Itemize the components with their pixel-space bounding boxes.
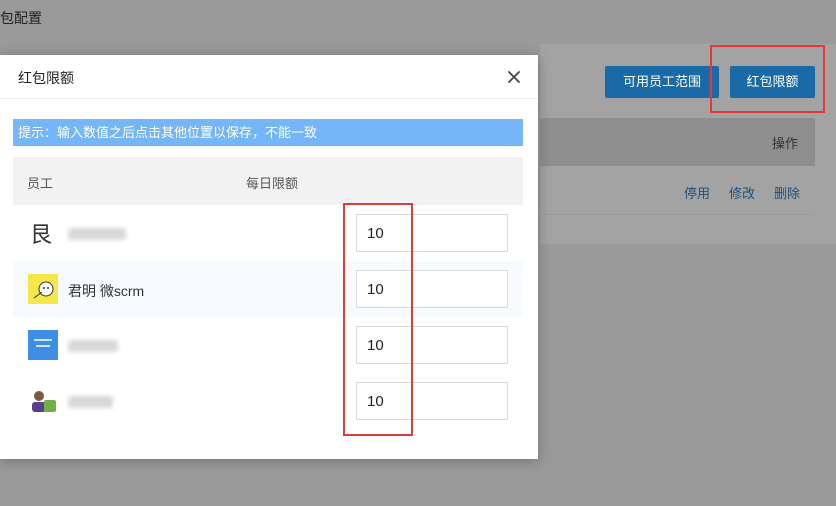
employee-column-header: 员工 [27,176,54,191]
table-row [13,317,523,373]
background-divider [540,214,815,215]
close-icon[interactable] [505,68,523,86]
avatar [28,274,58,304]
svg-text:艮: 艮 [30,223,52,248]
employee-name [68,225,126,241]
avatar [28,386,58,416]
table-row: 君明 微scrm [13,261,523,317]
hint-banner: 提示：输入数值之后点击其他位置以保存，不能一致 [13,119,523,146]
employee-name: 君明 微scrm [68,283,145,299]
table-row [13,373,523,429]
table-row: 艮 [13,205,523,261]
delete-link[interactable]: 删除 [774,183,800,202]
disable-link[interactable]: 停用 [684,183,710,202]
avatar: 艮 [28,218,58,248]
red-packet-limit-dialog: 红包限额 提示：输入数值之后点击其他位置以保存，不能一致 员工 每日限额 艮 君… [0,55,538,459]
limits-table-header: 员工 每日限额 [13,157,523,205]
edit-link[interactable]: 修改 [729,183,755,202]
employee-name [68,393,113,409]
dialog-header: 红包限额 [0,55,538,99]
avatar [28,330,58,360]
highlight-box-limit-column [343,203,413,436]
page-title: 包配置 [0,10,42,26]
highlight-box-button [710,45,825,113]
dialog-title: 红包限额 [18,70,74,86]
operations-header: 操作 [772,136,799,151]
daily-limit-column-header: 每日限额 [246,176,299,191]
available-employees-button[interactable]: 可用员工范围 [605,66,719,98]
employee-name [68,337,118,353]
